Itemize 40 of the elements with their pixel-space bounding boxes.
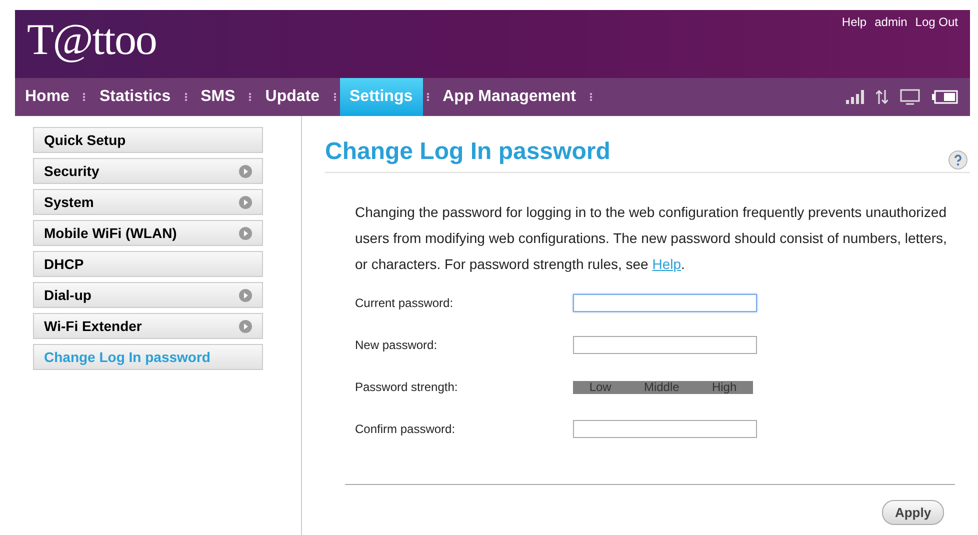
- nav-tab[interactable]: Statistics: [89, 78, 181, 116]
- header-link[interactable]: Help: [842, 13, 867, 31]
- monitor-icon: [900, 89, 920, 105]
- nav-separator-icon: [184, 93, 187, 101]
- battery-icon: [932, 90, 958, 104]
- field-label: Current password:: [355, 295, 454, 312]
- apply-button[interactable]: Apply: [882, 500, 944, 525]
- nav-separator-icon: [249, 93, 252, 101]
- strength-level-label: Middle: [644, 381, 680, 393]
- sidebar-item[interactable]: Quick Setup: [33, 127, 263, 153]
- strength-level-label: High: [712, 381, 737, 393]
- nav-tab[interactable]: SMS: [190, 78, 246, 116]
- field-label: Confirm password:: [355, 421, 456, 438]
- sidebar-item[interactable]: Mobile WiFi (WLAN): [33, 220, 263, 246]
- sidebar-item[interactable]: Security: [33, 158, 263, 184]
- password-field[interactable]: [573, 294, 757, 312]
- field-label: Password strength:: [355, 379, 459, 396]
- strength-level-label: Low: [589, 381, 612, 393]
- header-link[interactable]: admin: [874, 13, 908, 31]
- nav-separator-icon: [426, 93, 429, 101]
- password-field[interactable]: [573, 420, 757, 438]
- logo: T@ttoo: [27, 18, 156, 62]
- description-text: Changing the password for logging in to the web configuration frequently prevents unauthorized users from modifying web configurations. The new password should consist of numbers, letters, or characters. For password strength rules, see Help.: [355, 203, 948, 274]
- nav-tab[interactable]: App Management: [432, 78, 586, 116]
- signal-icon: [846, 90, 864, 104]
- help-icon[interactable]: [948, 150, 968, 170]
- sidebar-item[interactable]: Wi-Fi Extender: [33, 313, 263, 339]
- sidebar-item[interactable]: DHCP: [33, 251, 263, 277]
- nav-tab[interactable]: Update: [255, 78, 330, 116]
- nav-separator-icon: [334, 93, 336, 101]
- sidebar-item[interactable]: System: [33, 189, 263, 215]
- data-transfer-icon: [876, 89, 888, 105]
- header-link[interactable]: Log Out: [915, 13, 958, 31]
- password-field[interactable]: [573, 336, 757, 354]
- sidebar-item[interactable]: Dial-up: [33, 282, 263, 308]
- nav-tab[interactable]: Home: [15, 78, 80, 116]
- page-title: Change Log In password: [325, 137, 610, 167]
- nav-separator-icon: [590, 93, 592, 101]
- nav-separator-icon: [83, 93, 86, 101]
- field-label: New password:: [355, 337, 438, 354]
